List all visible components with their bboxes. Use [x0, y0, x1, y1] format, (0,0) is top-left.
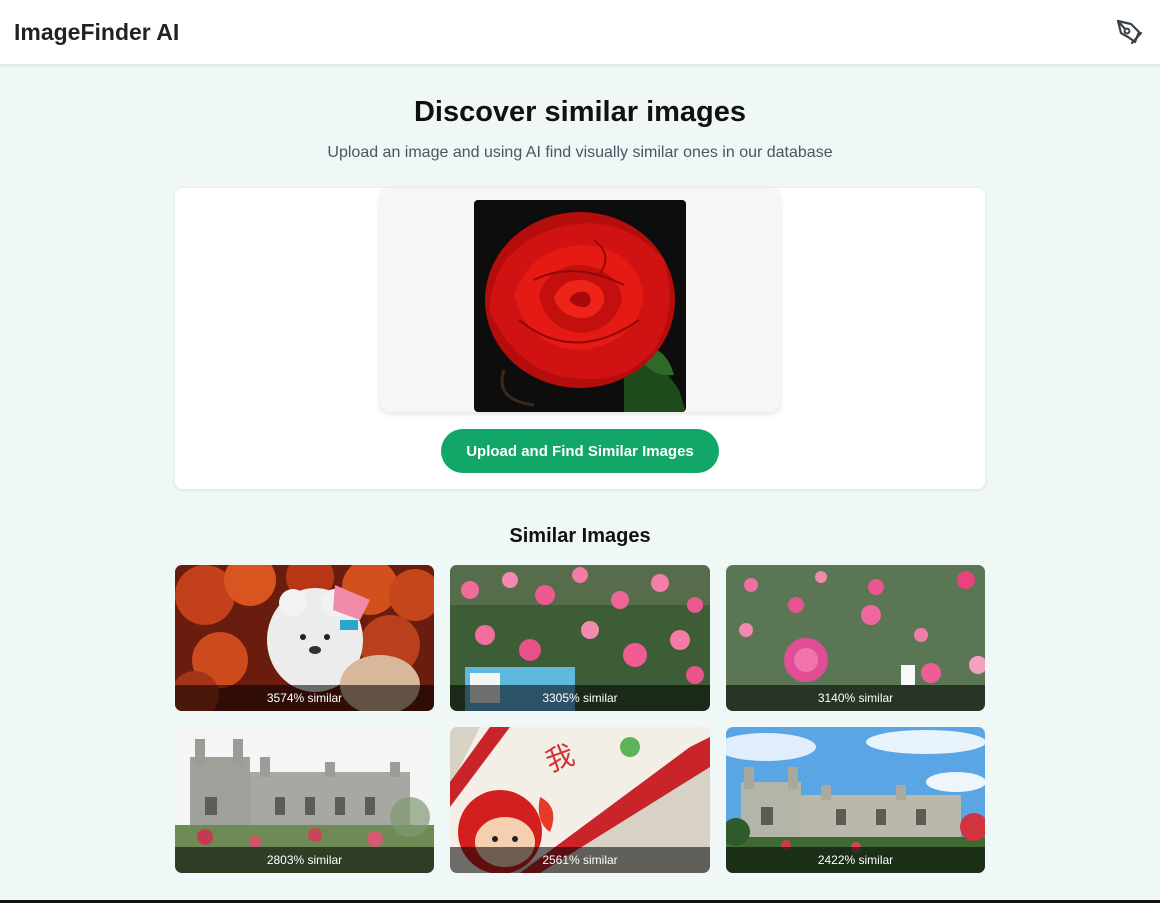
- similarity-label: 2561% similar: [450, 847, 710, 873]
- similarity-label: 2803% similar: [175, 847, 434, 873]
- upload-find-button[interactable]: Upload and Find Similar Images: [441, 429, 719, 473]
- page-subtitle: Upload an image and using AI find visual…: [327, 144, 833, 161]
- result-card[interactable]: 3140% similar: [726, 565, 985, 711]
- top-bar: ImageFinder AI: [0, 0, 1160, 64]
- page-title: Discover similar images: [413, 96, 747, 128]
- result-card[interactable]: 3574% similar: [175, 565, 434, 711]
- results-grid: 3574% similar 3305% similar 3140% simila…: [175, 565, 985, 873]
- app-title: ImageFinder AI: [14, 18, 180, 45]
- image-drop-zone[interactable]: [380, 188, 780, 412]
- results-title: Similar Images: [509, 525, 651, 547]
- pen-tool-icon[interactable]: [1112, 15, 1146, 49]
- result-card[interactable]: 2422% similar: [726, 727, 985, 873]
- uploaded-image-preview: [474, 200, 686, 412]
- result-card[interactable]: 3305% similar: [450, 565, 710, 711]
- similarity-label: 2422% similar: [726, 847, 985, 873]
- similarity-label: 3574% similar: [175, 685, 434, 711]
- upload-card: Upload and Find Similar Images: [175, 188, 985, 489]
- similarity-label: 3140% similar: [726, 685, 985, 711]
- result-card[interactable]: 我 2561% similar: [450, 727, 710, 873]
- result-card[interactable]: 2803% similar: [175, 727, 434, 873]
- similarity-label: 3305% similar: [450, 685, 710, 711]
